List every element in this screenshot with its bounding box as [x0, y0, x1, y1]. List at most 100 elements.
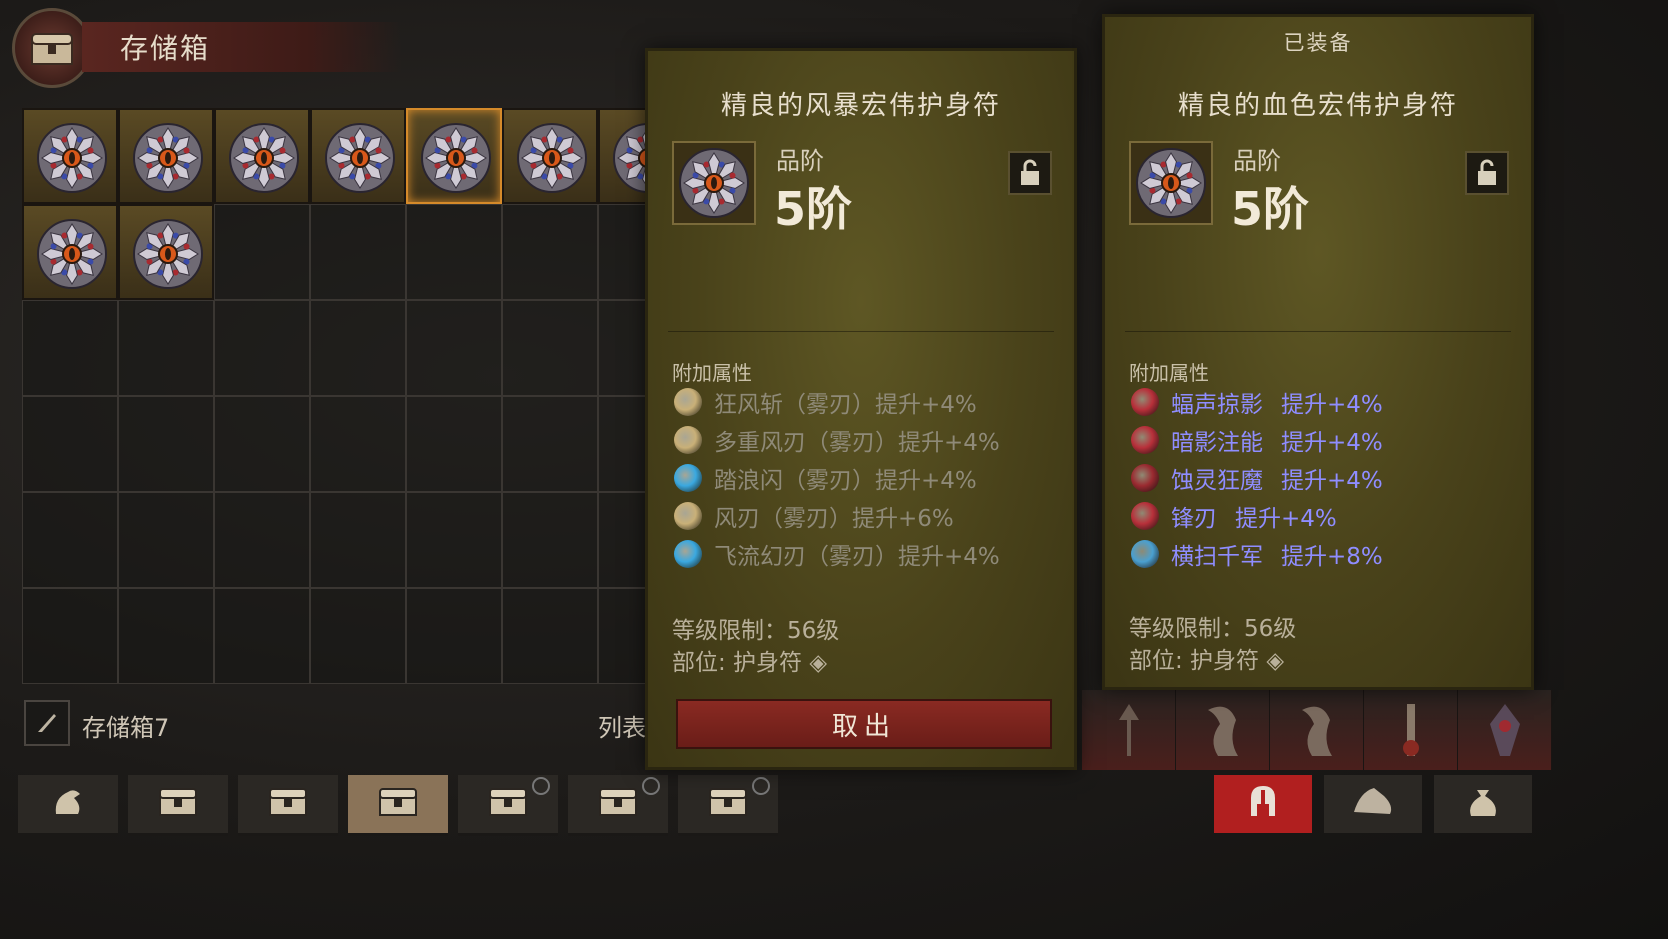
skill-icon: [674, 502, 702, 530]
stash-slot[interactable]: [406, 492, 502, 588]
attribute-row: 横扫千军 提升+8%: [1131, 535, 1383, 573]
stash-slot[interactable]: [310, 108, 406, 204]
skill-icon: [1131, 426, 1159, 454]
skill-icon: [674, 464, 702, 492]
equipment-slot[interactable]: [1270, 690, 1364, 770]
stash-slot[interactable]: [118, 108, 214, 204]
attribute-text: 风刃（雾刃）提升+6%: [714, 506, 954, 532]
item-name: 精良的风暴宏伟护身符: [720, 91, 1001, 121]
lock-item-button[interactable]: [1008, 151, 1052, 195]
stash-slot[interactable]: [214, 396, 310, 492]
attr-heading: 附加属性: [672, 361, 752, 385]
rename-stash-button[interactable]: [24, 700, 70, 746]
locked-badge-icon: [642, 777, 660, 795]
stash-tab-6[interactable]: [568, 775, 668, 836]
stash-tab-5[interactable]: [458, 775, 558, 836]
stash-title: 存储箱: [120, 32, 211, 65]
stash-slot[interactable]: [406, 396, 502, 492]
attribute-row: 锋刃 提升+4%: [1131, 497, 1383, 535]
take-out-button[interactable]: 取出: [676, 699, 1052, 749]
stash-slot[interactable]: [214, 300, 310, 396]
chest-icon: [706, 785, 750, 823]
amulet-icon: [1136, 148, 1206, 218]
stash-slot[interactable]: [310, 588, 406, 684]
stash-slot[interactable]: [310, 204, 406, 300]
inventory-tab-pouch[interactable]: [1434, 775, 1532, 833]
stash-slot[interactable]: [502, 300, 598, 396]
stash-slot[interactable]: [214, 492, 310, 588]
attribute-text: 多重风刃（雾刃）提升+4%: [714, 430, 1000, 456]
chest-icon: [376, 785, 420, 823]
stash-slot[interactable]: [406, 588, 502, 684]
attribute-row: 飞流幻刃（雾刃）提升+4%: [674, 535, 1000, 573]
stash-tab-4[interactable]: [348, 775, 448, 836]
stash-slot[interactable]: [22, 300, 118, 396]
inventory-tab-gem[interactable]: [1324, 775, 1422, 833]
stash-slot[interactable]: [118, 492, 214, 588]
padlock-icon: [1021, 159, 1039, 185]
stash-tab-bar: [18, 775, 778, 836]
attribute-text: 狂风斩（雾刃）提升+4%: [714, 392, 977, 418]
quill-icon: [38, 714, 56, 732]
attribute-text: 飞流幻刃（雾刃）提升+4%: [714, 544, 1000, 570]
attribute-value: 提升+8%: [1281, 544, 1383, 570]
stash-slot[interactable]: [406, 204, 502, 300]
stash-slot[interactable]: [118, 300, 214, 396]
stash-slot[interactable]: [22, 396, 118, 492]
equipment-strip: [1082, 690, 1552, 770]
tier-value: 5阶: [1231, 182, 1310, 236]
skill-icon: [1131, 540, 1159, 568]
stash-slot[interactable]: [214, 588, 310, 684]
amulet-icon: [37, 123, 107, 193]
attribute-value: 提升+4%: [1281, 468, 1383, 494]
stash-slot[interactable]: [118, 204, 214, 300]
stash-tab-7[interactable]: [678, 775, 778, 836]
tier-value: 5阶: [774, 182, 853, 236]
stash-slot[interactable]: [310, 492, 406, 588]
inventory-tab-bar: [1214, 775, 1532, 833]
stash-slot[interactable]: [22, 588, 118, 684]
tier-label: 品阶: [776, 147, 824, 175]
stash-tab-2[interactable]: [128, 775, 228, 836]
equipment-slot[interactable]: [1458, 690, 1552, 770]
locked-badge-icon: [752, 777, 770, 795]
stash-tab-1[interactable]: [18, 775, 118, 836]
stash-slot[interactable]: [22, 204, 118, 300]
item-slot-text: 部位: 护身符: [672, 650, 803, 676]
stash-slot[interactable]: [502, 204, 598, 300]
stash-slot[interactable]: [406, 108, 502, 204]
equipment-slot[interactable]: [1082, 690, 1176, 770]
attribute-name: 锋刃: [1171, 506, 1217, 532]
stash-slot[interactable]: [22, 108, 118, 204]
stash-slot[interactable]: [118, 588, 214, 684]
stash-slot[interactable]: [502, 588, 598, 684]
attribute-list: 蝠声掠影 提升+4% 暗影注能 提升+4% 蚀灵狂魔 提升+4% 锋刃 提升+4% 横扫千军 提升…: [1131, 383, 1383, 573]
stash-slot[interactable]: [502, 108, 598, 204]
stash-slot[interactable]: [502, 396, 598, 492]
amulet-icon: [517, 123, 587, 193]
chest-icon: [596, 785, 640, 823]
chest-icon: [12, 8, 92, 88]
stash-slot[interactable]: [310, 396, 406, 492]
stash-slot[interactable]: [502, 492, 598, 588]
stash-slot[interactable]: [406, 300, 502, 396]
stash-tab-3[interactable]: [238, 775, 338, 836]
inventory-tab-helmet[interactable]: [1214, 775, 1312, 833]
attribute-value: 提升+4%: [1235, 506, 1337, 532]
list-view-toggle[interactable]: 列表: [598, 708, 646, 743]
amulet-icon: [229, 123, 299, 193]
stash-slot[interactable]: [214, 108, 310, 204]
item-icon-frame: [1129, 141, 1213, 225]
stash-slot[interactable]: [214, 204, 310, 300]
lock-item-button[interactable]: [1465, 151, 1509, 195]
stash-header: 存储箱: [12, 8, 412, 88]
equipment-slot[interactable]: [1176, 690, 1270, 770]
stash-slot[interactable]: [310, 300, 406, 396]
attr-heading: 附加属性: [1129, 361, 1209, 385]
attribute-row: 踏浪闪（雾刃）提升+4%: [674, 459, 1000, 497]
stash-slot[interactable]: [22, 492, 118, 588]
stash-name: 存储箱7: [82, 714, 170, 742]
stash-slot[interactable]: [118, 396, 214, 492]
equipped-item-panel: 已装备 精良的血色宏伟护身符 品阶 5阶 附加属性 蝠声掠影 提升+4% 暗影注能提…: [1102, 14, 1534, 690]
equipment-slot[interactable]: [1364, 690, 1458, 770]
